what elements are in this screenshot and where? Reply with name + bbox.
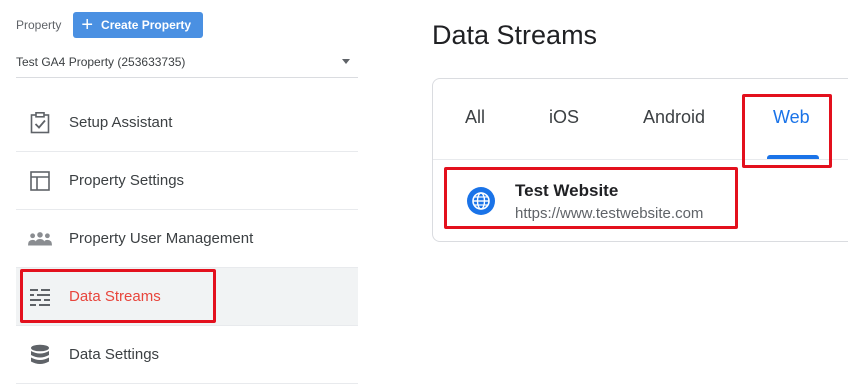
streams-card: All iOS Android Web Test Website https:/… xyxy=(432,78,848,242)
stream-row-test-website[interactable]: Test Website https://www.testwebsite.com xyxy=(447,173,703,229)
admin-sidebar: Property + Create Property Test GA4 Prop… xyxy=(0,0,360,384)
menu-item-label: Data Settings xyxy=(69,346,160,363)
database-icon xyxy=(28,343,52,367)
tab-android[interactable]: Android xyxy=(643,107,705,128)
menu-item-label: Data Streams xyxy=(69,288,161,305)
people-icon xyxy=(28,227,52,251)
property-label: Property xyxy=(16,18,62,32)
stream-tabs: All iOS Android Web xyxy=(433,79,848,160)
globe-icon xyxy=(467,187,495,215)
stream-url: https://www.testwebsite.com xyxy=(515,204,704,222)
menu-item-property-user-management[interactable]: Property User Management xyxy=(16,210,358,268)
property-selected-value: Test GA4 Property (253633735) xyxy=(16,54,186,69)
streams-icon xyxy=(28,285,52,309)
menu-item-data-streams[interactable]: Data Streams xyxy=(16,268,358,326)
page-title: Data Streams xyxy=(432,20,598,50)
menu-item-property-settings[interactable]: Property Settings xyxy=(16,152,358,210)
checklist-icon xyxy=(28,111,52,135)
property-header: Property + Create Property xyxy=(16,12,204,38)
menu-item-label: Property Settings xyxy=(69,172,185,189)
menu-item-label: Property User Management xyxy=(69,230,254,247)
create-property-button[interactable]: + Create Property xyxy=(73,12,204,38)
menu-item-label: Setup Assistant xyxy=(69,114,173,131)
create-property-label: Create Property xyxy=(101,18,192,32)
tab-web[interactable]: Web xyxy=(773,107,810,128)
tab-all[interactable]: All xyxy=(465,107,485,128)
tab-ios[interactable]: iOS xyxy=(549,107,579,128)
property-selector[interactable]: Test GA4 Property (253633735) xyxy=(16,46,358,78)
admin-menu: Setup Assistant Property Settings Proper… xyxy=(16,94,358,384)
menu-item-setup-assistant[interactable]: Setup Assistant xyxy=(16,94,358,152)
layout-icon xyxy=(28,169,52,193)
dropdown-arrow-icon xyxy=(342,59,350,64)
menu-item-data-settings[interactable]: Data Settings xyxy=(16,326,358,384)
stream-name: Test Website xyxy=(515,180,619,200)
stream-info: Test Website https://www.testwebsite.com xyxy=(515,181,703,222)
plus-icon: + xyxy=(81,14,94,36)
active-tab-indicator xyxy=(767,155,819,159)
